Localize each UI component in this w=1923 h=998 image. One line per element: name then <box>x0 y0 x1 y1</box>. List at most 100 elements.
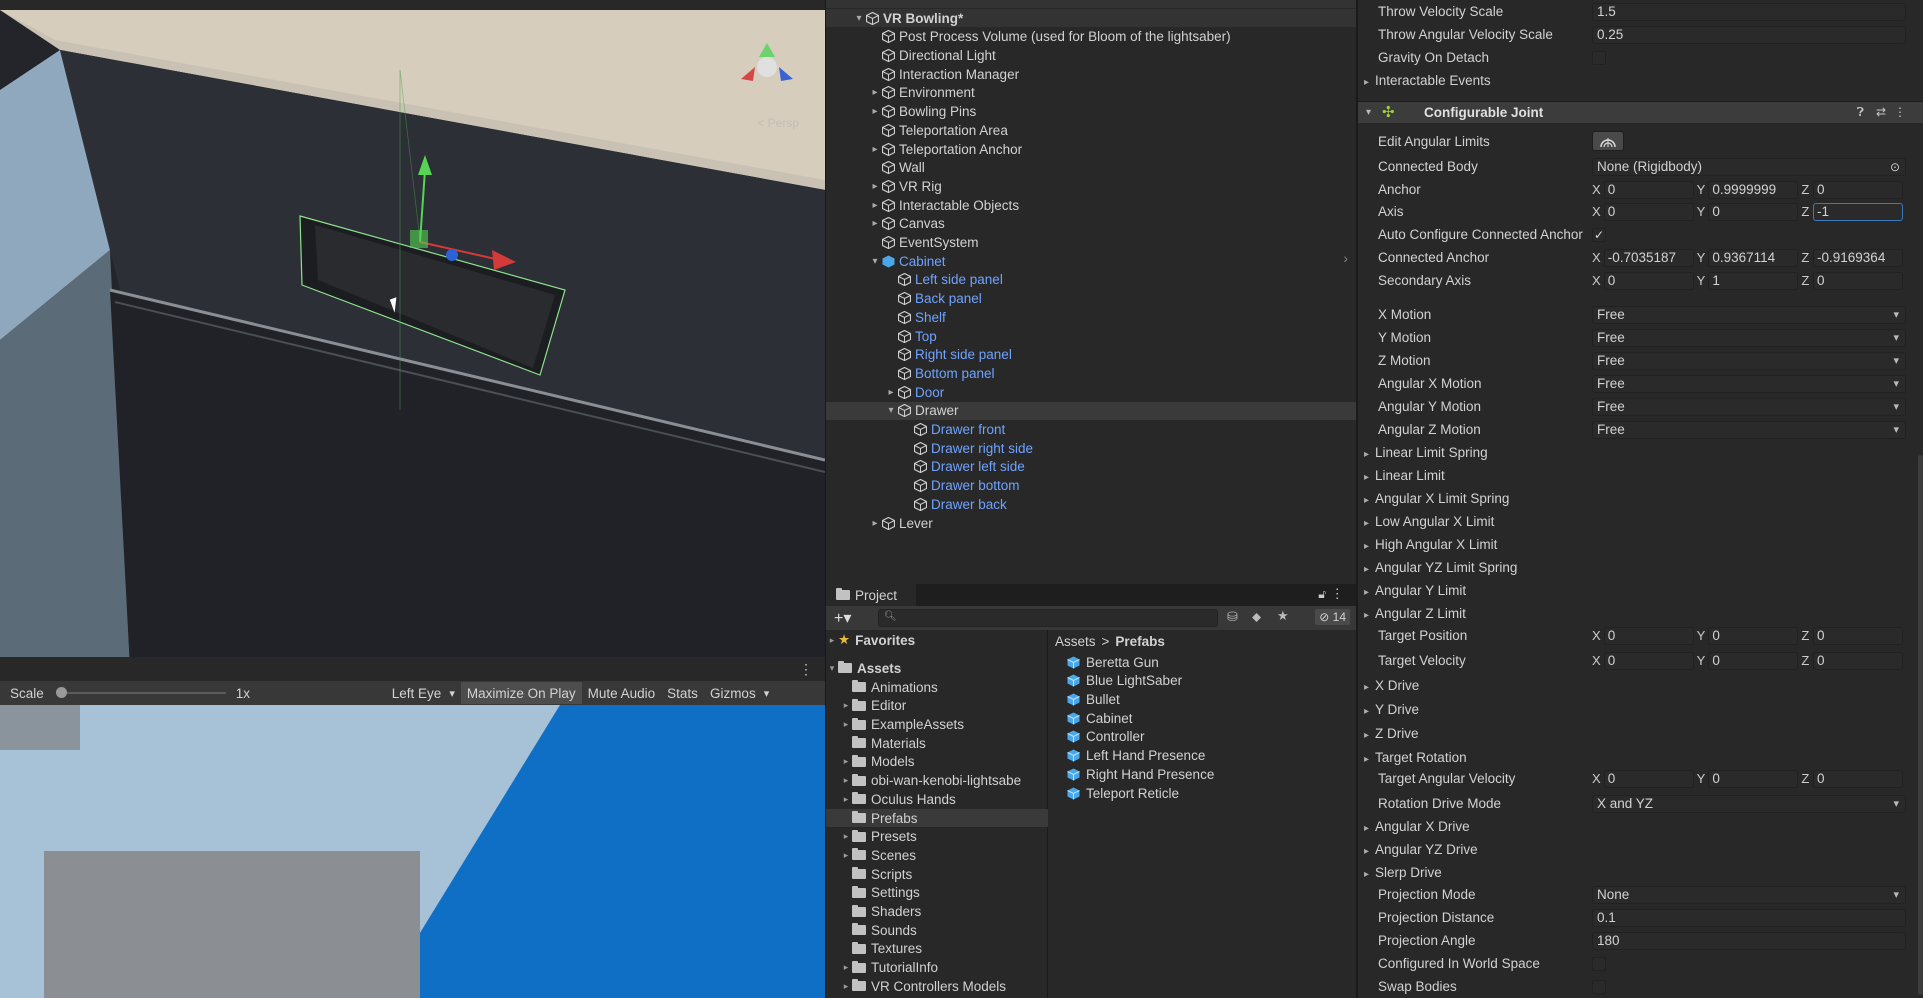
expand-arrow-icon[interactable]: ▸ <box>868 200 882 211</box>
hierarchy-item[interactable]: ▾ Cabinet <box>826 252 1356 270</box>
target-position-x-field[interactable]: 0 <box>1603 626 1694 645</box>
secondary-axis-y-field[interactable]: 1 <box>1708 271 1799 290</box>
hierarchy-item[interactable]: ▸ Canvas <box>826 215 1356 233</box>
folder-item[interactable]: ▸ ExampleAssets <box>826 715 1048 733</box>
foldout-row[interactable]: Low Angular X Limit <box>1358 512 1923 531</box>
configured-in-world-space-checkbox[interactable] <box>1592 956 1606 971</box>
project-search-input[interactable]: 🔍︎ <box>878 609 1218 627</box>
connected-anchor-z-field[interactable]: -0.9169364 <box>1813 248 1903 267</box>
expand-arrow-icon[interactable]: ▸ <box>840 756 852 767</box>
foldout-row[interactable]: Linear Limit Spring <box>1358 443 1923 462</box>
expand-arrow-icon[interactable]: ▸ <box>884 387 898 398</box>
maximize-on-play-button[interactable]: Maximize On Play <box>460 682 582 704</box>
folder-item[interactable]: Shaders <box>826 902 1048 920</box>
game-view[interactable] <box>0 705 825 998</box>
hierarchy-item[interactable]: Back panel <box>826 290 1356 308</box>
breadcrumb-assets[interactable]: Assets <box>1055 634 1096 649</box>
assets-arrow-icon[interactable]: ▾ <box>826 663 838 674</box>
hierarchy-item[interactable]: ▾ Drawer <box>826 401 1356 421</box>
hierarchy-item[interactable]: Drawer left side <box>826 458 1356 476</box>
hierarchy-search-bar[interactable] <box>826 0 1356 8</box>
hierarchy-item[interactable]: ▸ VR Rig <box>826 177 1356 195</box>
project-menu-icon[interactable]: ⋮ <box>1331 586 1345 602</box>
foldout-row[interactable]: Slerp Drive <box>1358 863 1923 882</box>
foldout-label[interactable]: High Angular X Limit <box>1364 537 1576 552</box>
foldout-row[interactable]: Angular YZ Limit Spring <box>1358 558 1923 577</box>
foldout-label[interactable]: Angular YZ Drive <box>1364 842 1576 857</box>
folder-item[interactable]: ▸ TutorialInfo <box>826 959 1048 977</box>
scale-slider-knob[interactable] <box>55 687 67 698</box>
hierarchy-item[interactable]: Right side panel <box>826 346 1356 364</box>
foldout-row[interactable]: Angular YZ Drive <box>1358 840 1923 859</box>
hierarchy-item[interactable]: EventSystem <box>826 233 1356 251</box>
foldout-row[interactable]: Y Drive <box>1358 700 1923 719</box>
angular-x-motion-dropdown[interactable]: Free <box>1592 374 1906 393</box>
auto-configure-checkbox[interactable]: ✓ <box>1592 227 1606 242</box>
search-by-label-icon[interactable]: ⬥ <box>1252 609 1261 625</box>
angular-z-motion-dropdown[interactable]: Free <box>1592 420 1906 439</box>
prefab-asset-item[interactable]: Teleport Reticle <box>1049 784 1179 802</box>
tab-project[interactable]: Project <box>826 584 916 606</box>
search-by-type-icon[interactable]: ⛁ <box>1227 609 1238 625</box>
foldout-row[interactable]: Angular Z Limit <box>1358 604 1923 623</box>
object-picker-icon[interactable]: ⊙ <box>1890 160 1900 174</box>
configurable-joint-header[interactable]: ▾ ✣ Configurable Joint ❓︎ ⇄ ⋮ <box>1358 101 1923 123</box>
projection-distance-field[interactable]: 0.1 <box>1592 908 1906 927</box>
expand-arrow-icon[interactable]: ▸ <box>868 518 882 529</box>
anchor-y-field[interactable]: 0.9999999 <box>1708 180 1799 199</box>
component-menu-icon[interactable]: ⋮ <box>1894 105 1906 119</box>
folder-item[interactable]: Textures <box>826 940 1048 958</box>
projection-mode-dropdown[interactable]: None <box>1592 885 1906 904</box>
hierarchy-item[interactable]: Interaction Manager <box>826 65 1356 83</box>
expand-arrow-icon[interactable]: ▸ <box>840 850 852 861</box>
lock-icon[interactable]: 🔓︎ <box>1318 587 1326 602</box>
x-motion-dropdown[interactable]: Free <box>1592 305 1906 324</box>
connected-anchor-y-field[interactable]: 0.9367114 <box>1708 248 1799 267</box>
hierarchy-item[interactable]: Wall <box>826 159 1356 177</box>
target-angular-velocity-x-field[interactable]: 0 <box>1603 769 1694 788</box>
prefab-asset-item[interactable]: Controller <box>1049 728 1145 746</box>
prefab-asset-item[interactable]: Beretta Gun <box>1049 653 1159 671</box>
swap-bodies-checkbox[interactable] <box>1592 979 1606 994</box>
foldout-row[interactable]: High Angular X Limit <box>1358 535 1923 554</box>
expand-arrow-icon[interactable]: ▾ <box>868 256 882 267</box>
folder-item[interactable]: ▸ Presets <box>826 828 1048 846</box>
folder-item[interactable]: ▸ Scenes <box>826 846 1048 864</box>
connected-body-field[interactable]: None (Rigidbody) ⊙ <box>1592 157 1906 176</box>
foldout-label[interactable]: Z Drive <box>1364 726 1576 741</box>
foldout-label[interactable]: Angular Z Limit <box>1364 606 1576 621</box>
secondary-axis-x-field[interactable]: 0 <box>1603 271 1694 290</box>
expand-arrow-icon[interactable]: ▸ <box>868 106 882 117</box>
folder-item[interactable]: Scripts <box>826 865 1048 883</box>
y-motion-dropdown[interactable]: Free <box>1592 328 1906 347</box>
rotation-drive-mode-dropdown[interactable]: X and YZ <box>1592 794 1906 813</box>
hierarchy-item[interactable]: Top <box>826 327 1356 345</box>
foldout-row[interactable]: Angular X Limit Spring <box>1358 489 1923 508</box>
hierarchy-item[interactable]: Drawer bottom <box>826 477 1356 495</box>
favorite-star-icon[interactable]: ★ <box>1277 608 1289 624</box>
foldout-row[interactable]: Angular Y Limit <box>1358 581 1923 600</box>
prefab-asset-item[interactable]: Left Hand Presence <box>1049 747 1205 765</box>
foldout-label[interactable]: X Drive <box>1364 678 1576 693</box>
foldout-label[interactable]: Angular X Drive <box>1364 819 1576 834</box>
expand-arrow-icon[interactable]: ▸ <box>840 700 852 711</box>
hierarchy-item[interactable]: Teleportation Area <box>826 121 1356 139</box>
foldout-row[interactable]: X Drive <box>1358 676 1923 695</box>
scene-view[interactable]: < Persp <box>0 0 825 657</box>
interactable-events-label[interactable]: Interactable Events <box>1364 73 1576 88</box>
target-angular-velocity-y-field[interactable]: 0 <box>1708 769 1799 788</box>
foldout-label[interactable]: Angular YZ Limit Spring <box>1364 560 1576 575</box>
target-velocity-z-field[interactable]: 0 <box>1813 651 1903 670</box>
folder-item[interactable]: ▸ Oculus Hands <box>826 790 1048 808</box>
gravity-on-detach-checkbox[interactable] <box>1592 50 1606 65</box>
hierarchy-item[interactable]: ▾ VR Bowling* <box>826 9 1356 28</box>
expand-arrow-icon[interactable]: ▸ <box>840 775 852 786</box>
z-motion-dropdown[interactable]: Free <box>1592 351 1906 370</box>
folder-item[interactable]: Animations <box>826 678 1048 696</box>
mute-audio-button[interactable]: Mute Audio <box>582 682 662 704</box>
hierarchy-item[interactable]: ▸ Environment <box>826 84 1356 102</box>
presets-icon[interactable]: ⇄ <box>1876 105 1886 119</box>
interactable-events-foldout[interactable]: Interactable Events <box>1358 71 1923 90</box>
expand-arrow-icon[interactable]: ▾ <box>884 405 898 416</box>
folder-item[interactable]: Settings <box>826 884 1048 902</box>
